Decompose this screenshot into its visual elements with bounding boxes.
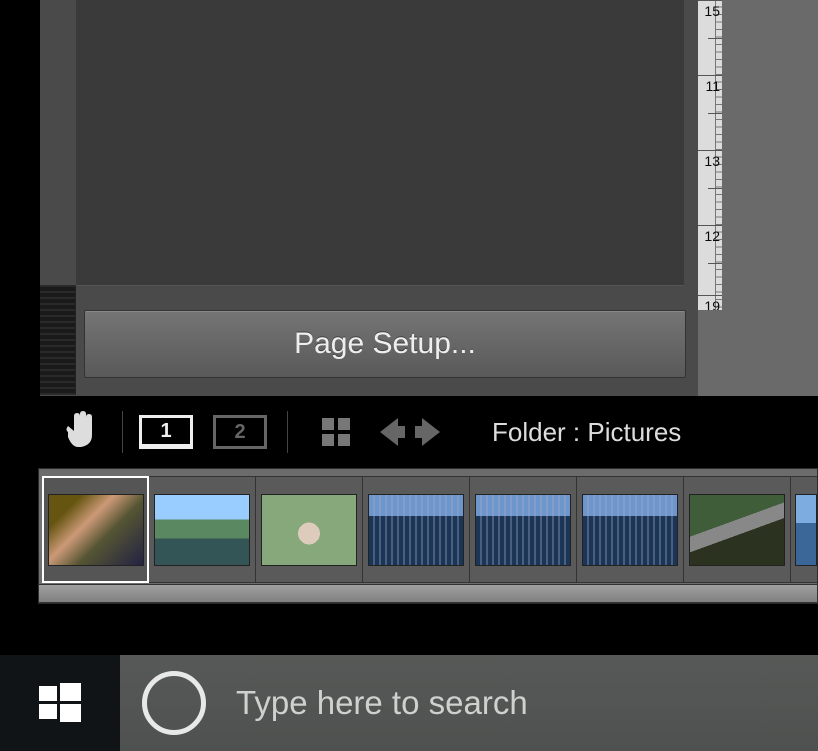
- previous-photo-button[interactable]: [380, 418, 398, 446]
- page-setup-button[interactable]: Page Setup...: [84, 310, 686, 378]
- filmstrip-thumbnail[interactable]: [577, 476, 684, 583]
- windows-logo-icon: [39, 682, 81, 724]
- single-page-view-button[interactable]: 1: [139, 415, 193, 449]
- filmstrip-thumbnail[interactable]: [256, 476, 363, 583]
- filmstrip-thumbnail[interactable]: [791, 476, 818, 583]
- ruler-tick: 13: [704, 153, 720, 169]
- page-number: 1: [160, 420, 171, 443]
- start-button[interactable]: [0, 655, 120, 751]
- grid-view-button[interactable]: [322, 418, 350, 446]
- source-folder-label[interactable]: Folder : Pictures: [492, 417, 681, 448]
- ruler-tick: 19: [704, 298, 720, 310]
- filmstrip-thumbnail[interactable]: [363, 476, 470, 583]
- cortana-icon: [142, 671, 206, 735]
- filmstrip-scrollbar[interactable]: [38, 584, 818, 603]
- search-placeholder: Type here to search: [236, 684, 528, 722]
- taskbar-search[interactable]: Type here to search: [120, 655, 818, 751]
- next-photo-button[interactable]: [422, 418, 440, 446]
- ruler-tick: 12: [704, 228, 720, 244]
- print-canvas-area[interactable]: 15 11 13 12 19: [698, 0, 818, 396]
- ruler-tick: 15: [704, 3, 720, 19]
- filmstrip-thumbnail[interactable]: [149, 476, 256, 583]
- preview-area: [76, 0, 684, 286]
- filmstrip-toolbar: 1 2 Folder : Pictures: [40, 404, 818, 460]
- spread-page-view-button[interactable]: 2: [213, 415, 267, 449]
- windows-taskbar: Type here to search: [0, 655, 818, 751]
- page-setup-label: Page Setup...: [294, 327, 476, 361]
- left-ruler: [40, 285, 76, 395]
- filmstrip-thumbnail[interactable]: [684, 476, 791, 583]
- vertical-ruler: 15 11 13 12 19: [698, 0, 722, 310]
- ruler-tick: 11: [705, 78, 720, 94]
- page-number: 2: [234, 421, 245, 444]
- hand-tool-icon[interactable]: [60, 408, 96, 457]
- filmstrip-thumbnail[interactable]: [42, 476, 149, 583]
- filmstrip-thumbnail[interactable]: [470, 476, 577, 583]
